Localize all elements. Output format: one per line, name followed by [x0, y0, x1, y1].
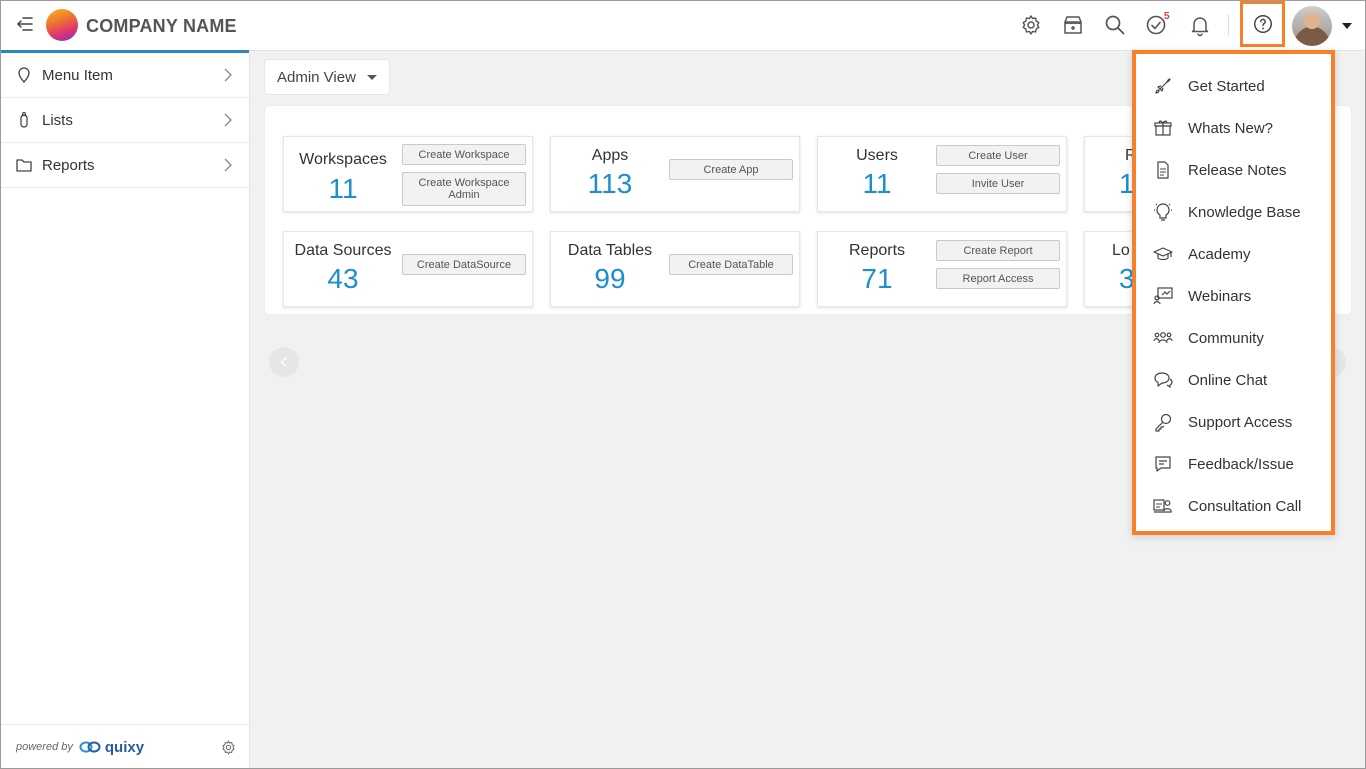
- sidebar-item-label: Reports: [42, 156, 95, 174]
- gift-icon: [1152, 117, 1174, 139]
- card-count: 99: [594, 263, 626, 294]
- create-user-button[interactable]: Create User: [936, 145, 1060, 166]
- card-count: 71: [861, 263, 893, 294]
- caret-down-icon: [367, 75, 377, 80]
- help-item-label: Consultation Call: [1188, 497, 1302, 515]
- chevron-down-icon[interactable]: [1342, 23, 1352, 29]
- settings-gear-icon[interactable]: [220, 739, 237, 756]
- location-pin-icon: [16, 67, 32, 83]
- help-item-support-access[interactable]: Support Access: [1152, 410, 1292, 434]
- help-item-label: Online Chat: [1188, 371, 1268, 389]
- invite-user-button[interactable]: Invite User: [936, 173, 1060, 194]
- help-item-consultation-call[interactable]: Consultation Call: [1152, 494, 1301, 518]
- help-item-whats-new[interactable]: Whats New?: [1152, 116, 1273, 140]
- help-dropdown-menu: Get Started Whats New? Release Notes Kno…: [1132, 50, 1335, 535]
- view-selector-label: Admin View: [277, 68, 356, 86]
- card-title: Data Sources: [294, 242, 392, 259]
- user-avatar[interactable]: [1292, 6, 1332, 46]
- help-item-label: Whats New?: [1188, 119, 1274, 137]
- help-item-label: Community: [1188, 329, 1264, 347]
- top-header: COMPANY NAME 5: [0, 0, 1366, 51]
- help-item-label: Webinars: [1188, 287, 1252, 305]
- help-item-feedback-issue[interactable]: Feedback/Issue: [1152, 452, 1294, 476]
- notification-badge: 5: [1164, 11, 1170, 22]
- list-icon: [16, 112, 32, 128]
- feedback-icon: [1152, 453, 1174, 475]
- company-logo: [46, 9, 78, 41]
- folder-icon: [16, 157, 32, 173]
- help-item-label: Knowledge Base: [1188, 203, 1301, 221]
- help-item-release-notes[interactable]: Release Notes: [1152, 158, 1286, 182]
- card-title: Reports: [848, 242, 906, 259]
- powered-by-text: powered by: [16, 741, 73, 753]
- stat-card-users: Users 11 Create User Invite User: [817, 136, 1067, 212]
- help-button[interactable]: [1240, 1, 1285, 47]
- create-app-button[interactable]: Create App: [669, 159, 793, 180]
- create-datatable-button[interactable]: Create DataTable: [669, 254, 793, 275]
- create-datasource-button[interactable]: Create DataSource: [402, 254, 526, 275]
- chevron-right-icon: [223, 158, 233, 172]
- lightbulb-icon: [1152, 201, 1174, 223]
- sidebar: Menu Item Lists Reports powered by quixy: [0, 53, 250, 769]
- card-title: Data Tables: [567, 242, 653, 259]
- chevron-right-icon: [223, 113, 233, 127]
- report-access-button[interactable]: Report Access: [936, 268, 1060, 289]
- key-icon: [1152, 411, 1174, 433]
- chat-icon: [1152, 369, 1174, 391]
- card-count: 11: [328, 173, 358, 204]
- carousel-prev-button[interactable]: [269, 347, 299, 377]
- quixy-brand: quixy: [104, 738, 145, 756]
- graduation-cap-icon: [1152, 243, 1174, 265]
- create-report-button[interactable]: Create Report: [936, 240, 1060, 261]
- sidebar-item-lists[interactable]: Lists: [0, 98, 249, 143]
- sidebar-item-label: Menu Item: [42, 66, 113, 84]
- help-item-get-started[interactable]: Get Started: [1152, 74, 1265, 98]
- sidebar-item-label: Lists: [42, 111, 73, 129]
- card-count: 11: [862, 168, 892, 199]
- help-icon: [1252, 13, 1274, 35]
- stat-card-apps: Apps 113 Create App: [550, 136, 800, 212]
- rocket-icon: [1152, 75, 1174, 97]
- help-item-community[interactable]: Community: [1152, 326, 1264, 350]
- sidebar-item-reports[interactable]: Reports: [0, 143, 249, 188]
- sidebar-footer: powered by quixy: [0, 724, 249, 769]
- header-divider: [1228, 14, 1229, 36]
- create-workspace-button[interactable]: Create Workspace: [402, 144, 526, 165]
- stat-card-workspaces: Workspaces 11 Create Workspace Create Wo…: [283, 136, 533, 212]
- store-icon[interactable]: [1061, 13, 1085, 37]
- view-selector-dropdown[interactable]: Admin View: [264, 59, 390, 95]
- create-workspace-admin-button[interactable]: Create Workspace Admin: [402, 172, 526, 206]
- chevron-left-icon: [280, 356, 288, 368]
- card-count: 113: [587, 168, 633, 199]
- card-title: Users: [856, 147, 898, 164]
- card-count: 43: [327, 263, 359, 294]
- community-icon: [1152, 327, 1174, 349]
- help-item-label: Release Notes: [1188, 161, 1287, 179]
- presentation-icon: [1152, 285, 1174, 307]
- card-title: Apps: [591, 147, 629, 164]
- bell-icon[interactable]: [1188, 13, 1212, 37]
- stat-card-reports: Reports 71 Create Report Report Access: [817, 231, 1067, 307]
- help-item-label: Get Started: [1188, 77, 1265, 95]
- card-title: Workspaces: [299, 151, 387, 168]
- collapse-menu-icon[interactable]: [14, 14, 34, 34]
- help-item-webinars[interactable]: Webinars: [1152, 284, 1251, 308]
- help-item-label: Feedback/Issue: [1188, 455, 1294, 473]
- help-item-online-chat[interactable]: Online Chat: [1152, 368, 1267, 392]
- chevron-right-icon: [223, 68, 233, 82]
- help-item-label: Support Access: [1188, 413, 1293, 431]
- sidebar-item-menu-item[interactable]: Menu Item: [0, 53, 249, 98]
- help-item-label: Academy: [1188, 245, 1251, 263]
- help-item-academy[interactable]: Academy: [1152, 242, 1251, 266]
- stat-card-data-tables: Data Tables 99 Create DataTable: [550, 231, 800, 307]
- company-name: COMPANY NAME: [86, 16, 237, 36]
- gear-icon[interactable]: [1019, 13, 1043, 37]
- consultation-icon: [1152, 495, 1174, 517]
- search-icon[interactable]: [1103, 13, 1127, 37]
- quixy-logo-icon: [79, 741, 101, 753]
- stat-card-data-sources: Data Sources 43 Create DataSource: [283, 231, 533, 307]
- help-item-knowledge-base[interactable]: Knowledge Base: [1152, 200, 1301, 224]
- document-icon: [1152, 159, 1174, 181]
